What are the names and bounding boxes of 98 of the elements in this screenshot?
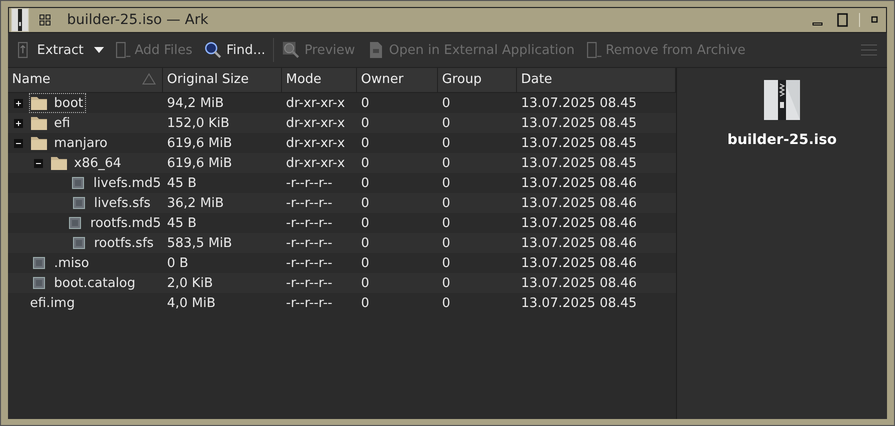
group-cell: 0 <box>442 296 450 310</box>
owner-cell: 0 <box>361 136 370 150</box>
column-header[interactable]: Mode <box>282 68 357 92</box>
file-name[interactable]: livefs.sfs <box>94 196 151 210</box>
date-cell: 13.07.2025 08.45 <box>521 156 637 170</box>
group-cell: 0 <box>442 96 450 110</box>
group-cell: 0 <box>442 216 450 230</box>
folder-icon <box>30 135 48 151</box>
size-cell: 45 B <box>167 176 197 190</box>
size-cell: 36,2 MiB <box>167 196 224 210</box>
mode-cell: -r--r--r-- <box>286 276 332 290</box>
file-name[interactable]: efi.img <box>30 296 75 310</box>
owner-cell: 0 <box>361 196 370 210</box>
unknown-file-icon <box>73 197 85 209</box>
expand-icon[interactable] <box>14 118 23 128</box>
toolbar-button[interactable]: Find... <box>200 39 270 61</box>
magnifier-icon <box>282 41 300 59</box>
column-header[interactable]: Date <box>517 68 676 92</box>
owner-cell: 0 <box>361 156 370 170</box>
column-header[interactable]: Original Size <box>163 68 282 92</box>
unknown-file-icon <box>72 177 84 189</box>
owner-cell: 0 <box>361 296 370 310</box>
file-name[interactable]: livefs.md5 <box>93 176 161 190</box>
file-name[interactable]: .miso <box>54 256 90 270</box>
date-cell: 13.07.2025 08.46 <box>521 236 637 250</box>
size-cell: 4,0 MiB <box>167 296 216 310</box>
size-cell: 619,6 MiB <box>167 136 232 150</box>
owner-cell: 0 <box>361 216 370 230</box>
grid-icon[interactable] <box>39 14 51 26</box>
file-name[interactable]: manjaro <box>54 136 108 150</box>
owner-cell: 0 <box>361 276 370 290</box>
window-title: builder-25.iso — Ark <box>67 12 208 28</box>
unknown-file-icon <box>33 277 45 289</box>
group-cell: 0 <box>442 256 450 270</box>
mode-cell: dr-xr-xr-x <box>286 136 345 150</box>
size-cell: 94,2 MiB <box>167 96 224 110</box>
column-header[interactable]: Name <box>8 68 163 92</box>
folder-icon <box>30 95 48 111</box>
unknown-file-icon <box>73 237 85 249</box>
column-header[interactable]: Owner <box>357 68 438 92</box>
group-cell: 0 <box>442 236 450 250</box>
group-cell: 0 <box>442 176 450 190</box>
size-cell: 2,0 KiB <box>167 276 213 290</box>
search-icon <box>204 41 222 59</box>
date-cell: 13.07.2025 08.46 <box>521 176 637 190</box>
owner-cell: 0 <box>361 116 370 130</box>
collapse-icon[interactable] <box>34 158 43 168</box>
date-cell: 13.07.2025 08.45 <box>521 116 637 130</box>
caret-icon[interactable] <box>94 47 104 53</box>
mode-cell: -r--r--r-- <box>286 216 332 230</box>
mode-cell: -r--r--r-- <box>286 296 332 310</box>
size-cell: 0 B <box>167 256 188 270</box>
mode-cell: dr-xr-xr-x <box>286 156 345 170</box>
date-cell: 13.07.2025 08.45 <box>521 136 637 150</box>
toolbar-button[interactable]: Extract <box>14 40 108 60</box>
owner-cell: 0 <box>361 96 370 110</box>
maximize-icon[interactable] <box>835 13 849 27</box>
mode-cell: dr-xr-xr-x <box>286 116 345 130</box>
date-cell: 13.07.2025 08.46 <box>521 216 637 230</box>
folder-icon <box>50 155 68 171</box>
owner-cell: 0 <box>361 236 370 250</box>
archive-name: builder-25.iso <box>727 132 837 148</box>
file-name[interactable]: efi <box>54 116 70 130</box>
owner-cell: 0 <box>361 256 370 270</box>
file-name[interactable]: boot <box>54 96 84 110</box>
file-name[interactable]: boot.catalog <box>54 276 136 290</box>
unknown-file-icon <box>69 217 82 229</box>
date-cell: 13.07.2025 08.45 <box>521 296 637 310</box>
group-cell: 0 <box>442 156 450 170</box>
group-cell: 0 <box>442 276 450 290</box>
mode-cell: dr-xr-xr-x <box>286 96 345 110</box>
group-cell: 0 <box>442 116 450 130</box>
column-header[interactable]: Group <box>438 68 517 92</box>
expand-icon[interactable] <box>14 98 23 108</box>
file-name[interactable]: rootfs.md5 <box>90 216 161 230</box>
date-cell: 13.07.2025 08.46 <box>521 276 637 290</box>
owner-cell: 0 <box>361 176 370 190</box>
folder-icon <box>30 115 48 131</box>
size-cell: 619,6 MiB <box>167 156 232 170</box>
mode-cell: -r--r--r-- <box>286 196 332 210</box>
collapse-icon[interactable] <box>14 138 23 148</box>
group-cell: 0 <box>442 136 450 150</box>
date-cell: 13.07.2025 08.46 <box>521 196 637 210</box>
size-cell: 583,5 MiB <box>167 236 232 250</box>
file-name[interactable]: x86_64 <box>74 156 122 170</box>
mode-cell: -r--r--r-- <box>286 256 332 270</box>
document-minus-icon <box>586 42 602 58</box>
date-cell: 13.07.2025 08.45 <box>521 96 637 110</box>
sort-arrow-icon <box>142 73 156 85</box>
size-cell: 152,0 KiB <box>167 116 230 130</box>
group-cell: 0 <box>442 196 450 210</box>
file-name[interactable]: rootfs.sfs <box>94 236 154 250</box>
mode-cell: -r--r--r-- <box>286 236 332 250</box>
mode-cell: -r--r--r-- <box>286 176 332 190</box>
date-cell: 13.07.2025 08.46 <box>521 256 637 270</box>
size-cell: 45 B <box>167 216 197 230</box>
unknown-file-icon <box>33 257 45 269</box>
zip-archive-icon <box>764 80 800 120</box>
